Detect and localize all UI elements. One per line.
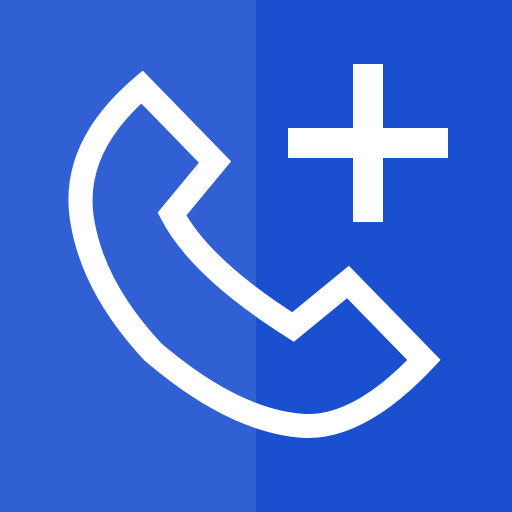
app-icon[interactable]	[0, 0, 512, 512]
app-icon-graphic	[0, 0, 512, 512]
